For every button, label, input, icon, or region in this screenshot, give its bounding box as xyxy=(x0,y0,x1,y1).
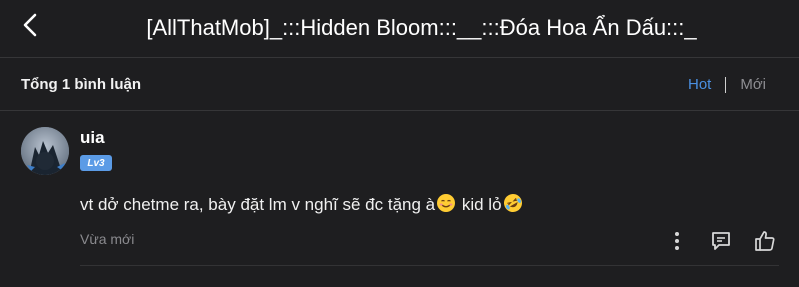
avatar[interactable] xyxy=(21,127,69,175)
sort-hot-tab[interactable]: Hot xyxy=(688,76,711,93)
comment-actions xyxy=(663,227,779,255)
chevron-left-icon xyxy=(23,13,37,37)
reply-button[interactable] xyxy=(707,227,735,255)
comment-count: Tổng 1 bình luận xyxy=(21,76,141,93)
back-button[interactable] xyxy=(16,10,46,40)
comment-divider xyxy=(80,265,779,266)
smiling-face-emoji xyxy=(436,193,456,218)
comment-username[interactable]: uia xyxy=(80,128,105,148)
sort-tabs: Hot Mới xyxy=(688,76,766,93)
page-title: [AllThatMob]_:::Hidden Bloom:::__:::Đóa … xyxy=(146,15,697,40)
avatar-image xyxy=(21,127,69,175)
more-vertical-icon xyxy=(675,232,679,250)
top-bar: [AllThatMob]_:::Hidden Bloom:::__:::Đóa … xyxy=(0,0,799,58)
comment-timestamp: Vừa mới xyxy=(80,231,135,247)
like-icon xyxy=(755,231,775,251)
comment-text-part: vt dở chetme ra, bày đặt lm v nghĩ sẽ đc… xyxy=(80,195,436,214)
comment-item: uia Lv3 vt dở chetme ra, bày đặt lm v ng… xyxy=(0,111,799,287)
comment-text-part: kid lỏ xyxy=(457,195,502,214)
more-options-button[interactable] xyxy=(663,227,691,255)
like-button[interactable] xyxy=(751,227,779,255)
sort-divider xyxy=(725,76,727,93)
level-badge: Lv3 xyxy=(80,155,112,171)
sort-new-tab[interactable]: Mới xyxy=(740,76,766,93)
rolling-on-floor-laughing-emoji xyxy=(503,193,523,218)
reply-icon xyxy=(712,232,730,250)
comments-summary-bar: Tổng 1 bình luận Hot Mới xyxy=(0,58,799,111)
comment-text: vt dở chetme ra, bày đặt lm v nghĩ sẽ đc… xyxy=(80,193,524,218)
